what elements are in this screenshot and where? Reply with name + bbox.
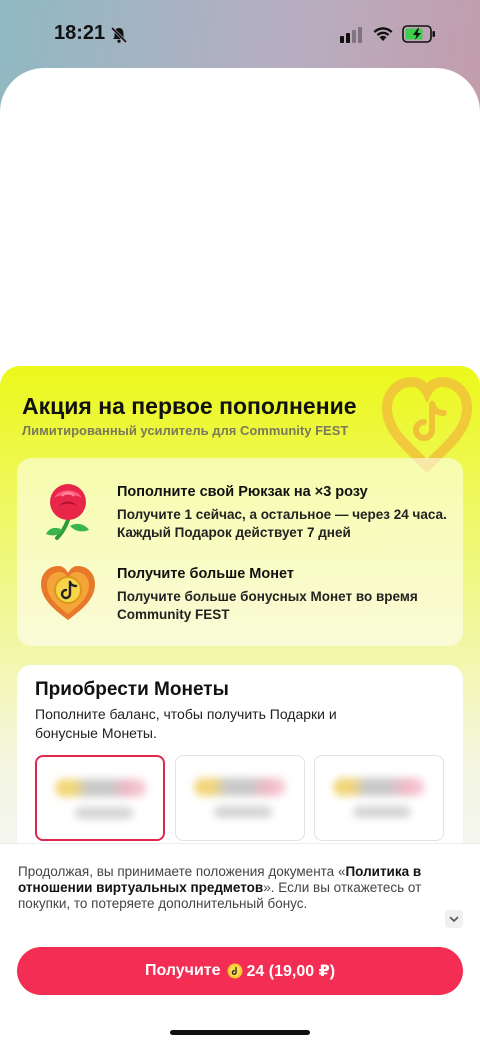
coin-heart-icon bbox=[41, 566, 95, 620]
benefit-description: Получите 1 сейчас, а остальное — через 2… bbox=[117, 507, 447, 540]
coin-icon bbox=[227, 963, 243, 979]
coins-description: Пополните баланс, чтобы получить Подарки… bbox=[35, 706, 337, 741]
package-detail-blurred bbox=[353, 806, 411, 818]
package-price-blurred bbox=[55, 779, 147, 797]
cta-label: Получите bbox=[144, 962, 221, 979]
bell-muted-icon bbox=[110, 26, 128, 44]
benefit-coins: Получите больше Монет Получите больше бо… bbox=[17, 562, 463, 642]
status-time: 18:21 bbox=[54, 22, 106, 44]
legal-prefix: Продолжая, вы принимаете положения докум… bbox=[18, 864, 346, 879]
benefit-title: Получите больше Монет bbox=[117, 566, 294, 582]
wifi-icon bbox=[373, 27, 393, 41]
get-coins-button[interactable]: Получите 24 (19,00 ₽) bbox=[17, 947, 463, 995]
coin-package-option[interactable] bbox=[314, 755, 444, 841]
home-indicator bbox=[170, 1030, 310, 1035]
coin-package-option[interactable] bbox=[35, 755, 165, 841]
package-detail-blurred bbox=[214, 806, 272, 818]
promo-title: Акция на первое пополнение bbox=[22, 393, 357, 419]
rose-icon bbox=[46, 484, 89, 540]
checkout-panel: Продолжая, вы принимаете положения докум… bbox=[0, 843, 480, 1043]
chevron-down-icon[interactable] bbox=[445, 910, 463, 928]
benefit-rose: Пополните свой Рюкзак на ×3 розу Получит… bbox=[17, 480, 463, 560]
package-detail-blurred bbox=[75, 807, 133, 819]
cta-amount: 24 (19,00 ₽) bbox=[246, 963, 336, 980]
coin-package-option[interactable] bbox=[175, 755, 305, 841]
legal-notice: Продолжая, вы принимаете положения докум… bbox=[18, 864, 428, 912]
promo-subtitle: Лимитированный усилитель для Community F… bbox=[22, 423, 349, 438]
benefit-title: Пополните свой Рюкзак на ×3 розу bbox=[117, 484, 368, 500]
cellular-signal-icon bbox=[340, 27, 362, 43]
battery-charging-icon bbox=[402, 25, 435, 43]
coins-title: Приобрести Монеты bbox=[35, 679, 229, 700]
package-price-blurred bbox=[333, 778, 425, 796]
status-bar: 18:21 bbox=[0, 0, 480, 66]
package-price-blurred bbox=[194, 778, 286, 796]
benefit-description: Получите больше бонусных Монет во время … bbox=[117, 589, 418, 622]
benefits-card: Пополните свой Рюкзак на ×3 розу Получит… bbox=[17, 458, 463, 646]
